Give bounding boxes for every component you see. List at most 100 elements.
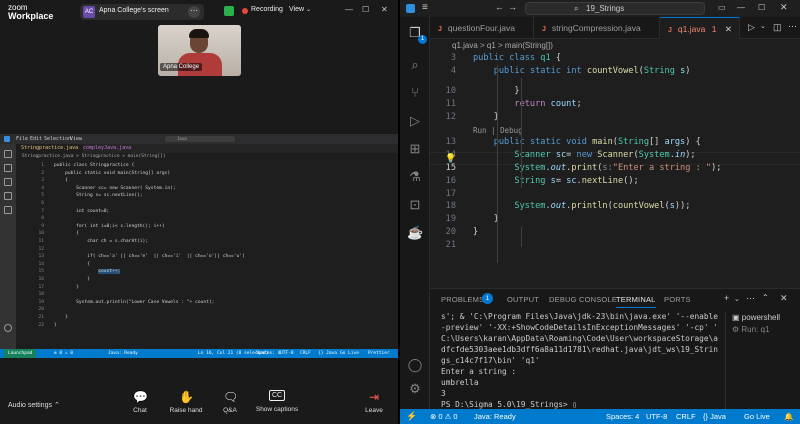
- tab-q1[interactable]: Jq1.java 1 ✕: [660, 17, 740, 39]
- status-golive[interactable]: Go Live: [744, 409, 770, 424]
- leave-button[interactable]: ⇥ Leave: [349, 390, 399, 414]
- bottom-panel: PROBLEMS 1 OUTPUT DEBUG CONSOLE TERMINAL…: [430, 288, 800, 410]
- problems-badge: 1: [482, 293, 493, 304]
- captions-button[interactable]: CC Show captions: [251, 390, 303, 413]
- java-file-icon: J: [668, 27, 672, 34]
- back-arrow-icon[interactable]: ←: [495, 2, 504, 12]
- tab-label: stringCompression.java: [551, 23, 641, 33]
- tab-output[interactable]: OUTPUT: [507, 295, 539, 304]
- shared-line-number: 10: [38, 231, 44, 237]
- qa-button[interactable]: 🗨 Q&A: [205, 390, 255, 414]
- java-projects-icon[interactable]: ☕: [407, 225, 423, 241]
- status-java[interactable]: Java: Ready: [474, 409, 516, 424]
- chevron-down-icon[interactable]: ⌄: [760, 22, 766, 30]
- layout-icon[interactable]: ▭: [718, 3, 726, 12]
- maximize-panel-icon[interactable]: ⌃: [762, 293, 769, 302]
- shared-line-number: 19: [38, 299, 44, 305]
- chat-icon: 💬: [133, 390, 148, 404]
- more-actions-icon[interactable]: ⋯: [746, 293, 755, 304]
- command-center-search[interactable]: ⌕ 19_Strings: [525, 2, 705, 15]
- source-control-icon[interactable]: ⑂: [407, 85, 423, 101]
- status-language[interactable]: {} Java: [703, 409, 726, 424]
- split-editor-icon[interactable]: ◫: [773, 22, 782, 33]
- chevron-down-icon[interactable]: ⌄: [734, 295, 740, 303]
- close-icon[interactable]: ✕: [381, 5, 388, 14]
- terminal-output[interactable]: s'; & 'C:\Program Files\Java\jdk-23\bin\…: [430, 311, 720, 410]
- shared-account-icon: [4, 324, 12, 332]
- minimize-icon[interactable]: —: [737, 3, 745, 12]
- tab-questionfour[interactable]: JquestionFour.java: [430, 17, 534, 39]
- chevron-down-icon[interactable]: ⌄: [306, 6, 311, 13]
- tab-stringcompression[interactable]: JstringCompression.java: [534, 17, 660, 39]
- status-encoding[interactable]: UTF-8: [646, 409, 667, 424]
- terminal-item-powershell[interactable]: ▣ powershell: [732, 313, 780, 322]
- shared-line-number: 8: [41, 216, 44, 222]
- view-button[interactable]: View: [289, 6, 304, 13]
- audio-settings-button[interactable]: Audio settings ⌃: [8, 401, 60, 409]
- hand-icon: ✋: [179, 390, 194, 404]
- shared-menu-selection: Selection: [44, 136, 72, 142]
- code-editor[interactable]: 3 public class q1 {4 public static int co…: [430, 53, 800, 283]
- chat-button[interactable]: 💬 Chat: [115, 390, 165, 414]
- status-errors[interactable]: ⊗ 0 ⚠ 0: [430, 409, 458, 424]
- raise-hand-button[interactable]: ✋ Raise hand: [161, 390, 211, 414]
- shared-status-golive: Go Live: [340, 351, 359, 356]
- shared-code-line: {: [54, 231, 79, 237]
- recording-label[interactable]: Recording: [251, 6, 283, 13]
- zoom-top-bar: zoom Workplace AC Apna College's screen …: [0, 0, 400, 24]
- shared-run-icon: [4, 192, 12, 200]
- shared-code-line: }: [54, 322, 57, 328]
- shared-line-number: 5: [41, 193, 44, 199]
- shared-tab-stringpractice: Stringpractice.java: [16, 144, 84, 153]
- chevron-up-icon: ⌃: [53, 402, 60, 409]
- code-line: System.out.println(countVowel(s));: [514, 201, 691, 212]
- terminal-list: ▣ powershell ⚙ Run: q1: [725, 311, 800, 410]
- search-icon[interactable]: ⌕: [407, 57, 423, 73]
- shared-tab-bar: Stringpractice.java compleyJava.java: [16, 144, 400, 153]
- settings-gear-icon[interactable]: ⚙: [407, 381, 423, 397]
- run-debug-icon[interactable]: ▷: [407, 113, 423, 129]
- extensions-icon[interactable]: ⊞: [407, 141, 423, 157]
- shared-code-editor: 1 public class Stringpractice {2 public s…: [16, 160, 400, 350]
- more-icon[interactable]: ⋯: [188, 6, 200, 18]
- breadcrumb[interactable]: q1.java > q1 > main(String[]): [452, 41, 553, 50]
- tab-ports[interactable]: PORTS: [664, 295, 691, 304]
- status-eol[interactable]: CRLF: [676, 409, 696, 424]
- status-spaces[interactable]: Spaces: 4: [606, 409, 639, 424]
- maximize-icon[interactable]: ☐: [758, 3, 765, 12]
- close-icon[interactable]: ✕: [725, 24, 732, 34]
- testing-icon[interactable]: ⚗: [407, 169, 423, 185]
- lightbulb-icon[interactable]: 💡: [445, 153, 456, 164]
- bell-icon[interactable]: 🔔: [784, 409, 793, 424]
- share-label: Apna College's screen: [99, 7, 169, 14]
- maximize-icon[interactable]: ☐: [362, 5, 369, 14]
- close-icon[interactable]: ✕: [780, 2, 788, 13]
- screen-share-pill[interactable]: AC Apna College's screen ⋯: [80, 4, 204, 20]
- zoom-toolbar: Audio settings ⌃ 💬 Chat ✋ Raise hand 🗨 Q…: [0, 384, 400, 424]
- tab-debug-console[interactable]: DEBUG CONSOLE: [549, 295, 617, 304]
- terminal-item-run-q1[interactable]: ⚙ Run: q1: [732, 325, 769, 334]
- account-icon[interactable]: ◯: [407, 357, 423, 373]
- participant-video[interactable]: Apna College: [158, 25, 241, 76]
- shared-code-line: if( ch=='a' || ch=='e' || ch=='i' || ch=…: [54, 254, 245, 260]
- remote-explorer-icon[interactable]: ⊡: [407, 197, 423, 213]
- new-terminal-icon[interactable]: +: [724, 293, 729, 303]
- tab-terminal[interactable]: TERMINAL: [616, 295, 656, 308]
- forward-arrow-icon[interactable]: →: [508, 2, 517, 12]
- menu-icon[interactable]: ≡: [422, 2, 428, 13]
- line-number: 4: [450, 65, 456, 76]
- shared-line-number: 16: [38, 277, 44, 282]
- terminal-line: umbrella: [441, 378, 479, 387]
- minimize-icon[interactable]: —: [345, 5, 353, 14]
- remote-icon[interactable]: ⚡: [406, 409, 417, 424]
- terminal-line: -preview' '-XX:+ShowCodeDetailsInExcepti…: [441, 323, 718, 332]
- terminal-line: 3: [441, 389, 446, 398]
- status-bar: ⚡ ⊗ 0 ⚠ 0 Java: Ready Spaces: 4 UTF-8 CR…: [400, 409, 800, 424]
- shared-code-line: public static void main(String[] args): [54, 170, 171, 176]
- terminal-item-label: powershell: [741, 313, 781, 322]
- close-panel-icon[interactable]: ✕: [780, 293, 788, 304]
- more-actions-icon[interactable]: ⋯: [788, 21, 797, 32]
- run-icon[interactable]: ▷: [748, 22, 755, 33]
- shield-icon[interactable]: [224, 6, 234, 16]
- tab-problems[interactable]: PROBLEMS: [441, 295, 484, 304]
